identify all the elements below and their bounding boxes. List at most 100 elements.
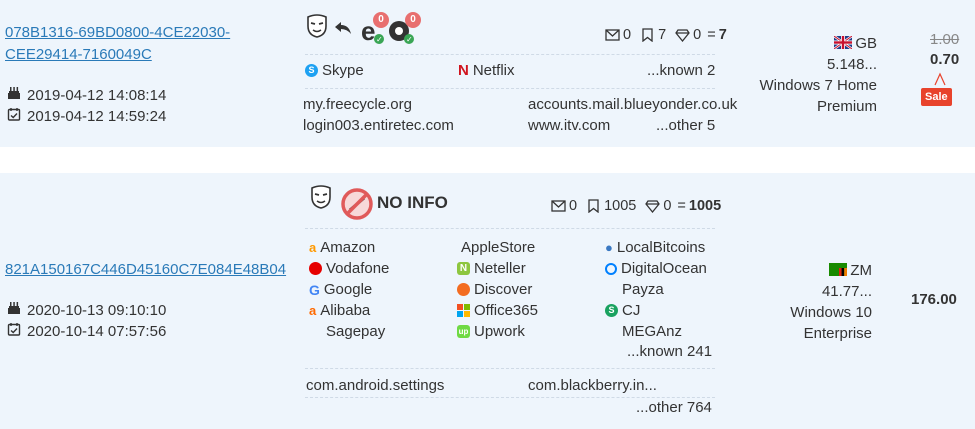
neteller-icon: N [457,262,470,275]
last-seen-date: 2020-10-14 07:57:56 [7,322,166,340]
domain-item: com.android.settings [306,377,445,394]
upwork-icon: up [457,325,470,338]
anonymous-mask-icon [310,185,332,213]
svg-text:✓: ✓ [376,35,383,44]
country: ZM [702,260,872,281]
diamond-icon [675,29,690,42]
price: 0.70 [930,51,960,68]
office-icon [457,304,470,317]
service-name: Netflix [472,62,515,79]
no-entry-icon [340,187,374,225]
svg-text:✓: ✓ [406,35,413,44]
known-more-text[interactable]: ...known 2 [647,62,715,79]
domain-item: accounts.mail.blueyonder.co.uk [528,96,738,113]
service-payza: Payza [622,281,664,298]
service-vodafone: Vodafone [309,260,389,277]
service-localbitcoins: ● LocalBitcoins [605,239,705,256]
alibaba-icon: a [309,303,317,318]
bot-id-link[interactable]: 078B1316-69BD0800-4CE22030- CEE29414-716… [5,22,245,66]
edge-badge: 0 [373,12,389,28]
divider [305,228,715,229]
domain-item: my.freecycle.org [303,96,412,113]
service-digitalocean: DigitalOcean [605,260,707,277]
service-office365: Office365 [457,302,538,319]
service-name: AppleStore [461,239,536,256]
bookmark-count: 7 [658,27,667,43]
service-name: Sagepay [326,323,386,340]
service-meganz: MEGAnz [622,323,682,340]
envelope-icon [605,29,620,41]
cake-icon [7,86,21,104]
discover-icon [457,283,470,296]
cj-icon: S [605,304,618,317]
service-name: Discover [474,281,533,298]
gem-count: 0 [663,198,672,214]
domain-item: www.itv.com [528,117,611,134]
known-more-text[interactable]: ...known 241 [627,343,712,360]
domains-other-more[interactable]: ...other 764 [636,399,712,416]
services-known-more[interactable]: ...known 2 [647,62,715,79]
divider [305,397,715,398]
calendar-check-icon [7,322,21,340]
country: GB [707,33,877,54]
os-line-1: Windows 7 Home [759,77,877,94]
bookmark-count: 1005 [604,198,637,214]
created-date: 2019-04-12 14:08:14 [7,86,166,104]
bookmark-icon [642,28,653,42]
reply-arrow-icon [333,20,353,40]
service-netflix: N Netflix [458,62,515,79]
service-discover: Discover [457,281,532,298]
total-count: 1005 [688,198,722,214]
vodafone-icon [309,262,322,275]
service-skype: S Skype [305,62,364,79]
service-name: Upwork [474,323,525,340]
services-known-more[interactable]: ...known 241 [627,343,712,360]
stats: 0 1005 0 = 1005 [551,198,721,214]
uk-flag-icon [834,36,853,49]
service-name: MEGAnz [622,323,683,340]
system-info: GB 5.148... Windows 7 Home Premium [707,33,877,117]
bot-row: 078B1316-69BD0800-4CE22030- CEE29414-716… [0,0,975,147]
os-line-2: Enterprise [803,325,872,342]
service-upwork: up Upwork [457,323,525,340]
service-sagepay: Sagepay [326,323,385,340]
domain-item: login003.entiretec.com [303,117,454,134]
bot-id-link[interactable]: 821A150167C446D45160C7E084E48B04 [5,261,286,278]
created-date: 2020-10-13 09:10:10 [7,301,166,319]
equals-sign: = [677,198,686,214]
zambia-flag-icon [829,263,848,276]
last-seen-date-text: 2020-10-14 07:57:56 [27,322,167,340]
service-cj: S CJ [605,302,640,319]
service-name: LocalBitcoins [616,239,706,256]
bot-row: 821A150167C446D45160C7E084E48B04 2020-10… [0,173,975,429]
location-pin-icon: ● [605,240,613,255]
ip-address: 5.148... [826,56,877,73]
os-line-1: Windows 10 [790,304,872,321]
digitalocean-icon [605,262,617,275]
calendar-check-icon [7,107,21,125]
divider [305,368,715,369]
diamond-icon [645,200,661,213]
divider [305,54,715,55]
bot-id-line-2[interactable]: CEE29414-7160049C [5,44,245,66]
service-neteller: N Neteller [457,260,526,277]
no-info-label: NO INFO [377,193,448,212]
google-icon: G [309,281,320,298]
bookmark-icon [588,199,599,213]
anonymous-mask-icon [306,14,328,42]
service-google: G Google [309,281,372,298]
service-name: Payza [622,281,664,298]
cake-icon [7,301,21,319]
service-name: Office365 [474,302,538,319]
domains-other-more[interactable]: ...other 5 [656,117,715,134]
envelope-icon [551,200,566,212]
mail-count: 0 [569,198,578,214]
service-name: CJ [622,302,641,319]
service-applestore: AppleStore [457,239,535,256]
chrome-badge: 0 [405,12,421,28]
system-info: ZM 41.77... Windows 10 Enterprise [702,260,872,344]
old-price: 1.00 [930,31,960,48]
service-name: Skype [322,62,364,79]
bot-id-line-1[interactable]: 078B1316-69BD0800-4CE22030- [5,22,245,44]
service-name: Alibaba [320,302,371,319]
